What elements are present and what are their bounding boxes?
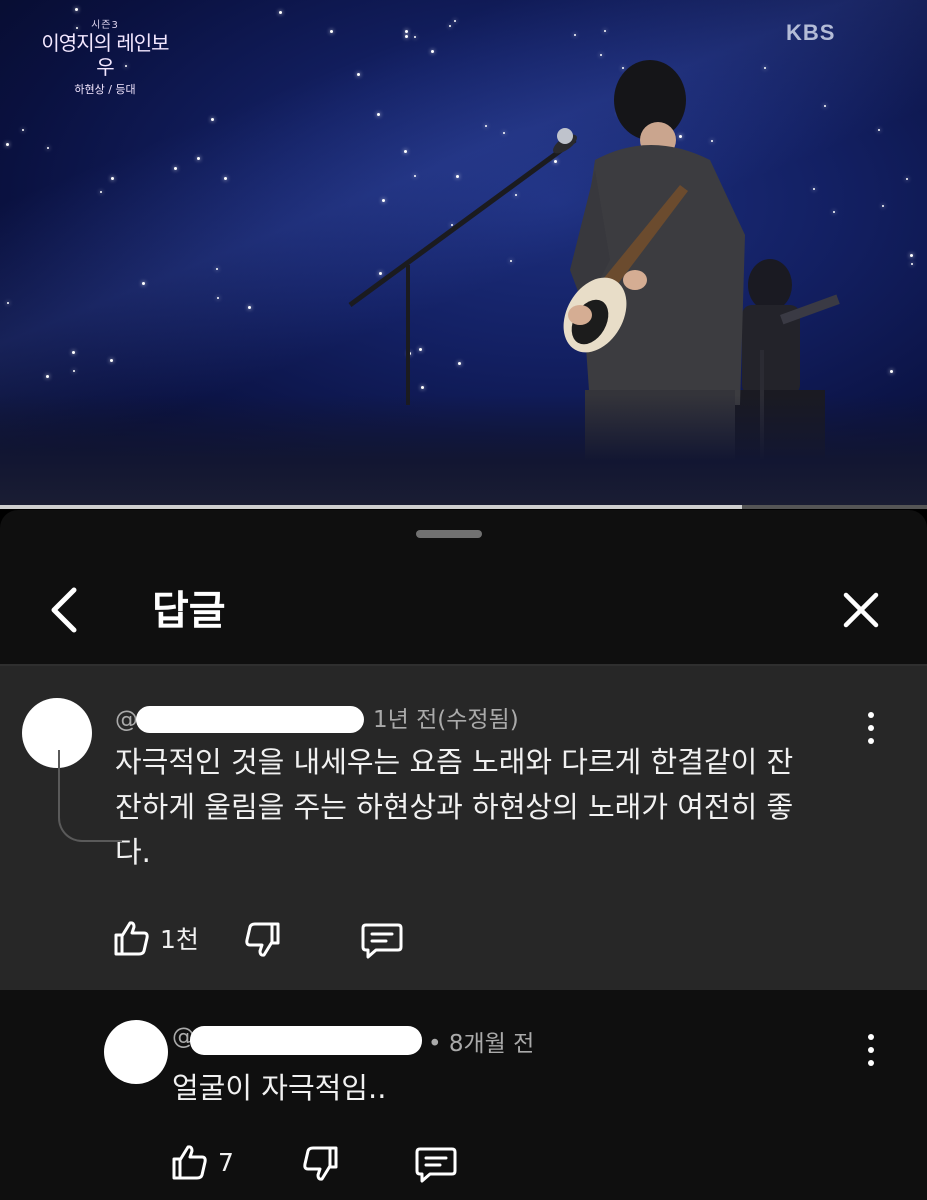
stage-floor (0, 395, 927, 505)
like-button[interactable]: 7 (170, 1142, 234, 1182)
star (46, 375, 49, 378)
close-icon (843, 592, 879, 628)
star (449, 25, 451, 27)
thumbs-up-icon (114, 921, 149, 956)
star (878, 129, 880, 131)
sheet-title: 답글 (152, 588, 226, 634)
comment-icon (361, 923, 403, 959)
star (111, 177, 114, 180)
star (216, 268, 218, 270)
comment-time: • 8개월 전 (428, 1031, 535, 1057)
star (882, 205, 884, 207)
thread-connector-line (58, 750, 122, 842)
show-logo-title: 이영지의 레인보우 (41, 31, 169, 79)
comment-time: 1년 전(수정됨) (373, 707, 519, 733)
more-options-button[interactable] (856, 1032, 886, 1072)
comment-text-line: 다. (115, 835, 151, 869)
thumbs-down-icon (303, 1146, 338, 1181)
thumbs-down-icon (245, 922, 280, 957)
replies-sheet: 답글 @세상어떤바다… 1년 전(수정됨) 자극적인 것을 내세우는 요즘 노래… (0, 510, 927, 1200)
reply-button[interactable] (360, 920, 404, 964)
comment-text-line: 잔하게 울림을 주는 하현상과 하현상의 노래가 여전히 좋 (115, 790, 794, 824)
avatar[interactable] (104, 1020, 168, 1084)
show-logo-subtitle: 하현상 / 등대 (74, 83, 136, 96)
comment-text: 얼굴이 자극적임.. (172, 1066, 386, 1111)
star (197, 157, 200, 160)
comment-text: 자극적인 것을 내세우는 요즘 노래와 다르게 한결같이 잔 잔하게 울림을 주… (115, 740, 793, 875)
like-count: 1천 (160, 925, 199, 954)
star (100, 191, 102, 193)
show-logo: 시즌3 이영지의 레인보우 하현상 / 등대 (40, 16, 170, 97)
star (47, 147, 49, 149)
dislike-button[interactable] (300, 1144, 344, 1188)
star (72, 351, 75, 354)
sheet-drag-handle[interactable] (416, 530, 482, 538)
comment-text-line: 자극적인 것을 내세우는 요즘 노래와 다르게 한결같이 잔 (115, 745, 794, 779)
star (414, 36, 416, 38)
video-player[interactable]: 시즌3 이영지의 레인보우 하현상 / 등대 KBS (0, 0, 927, 505)
star (110, 359, 113, 362)
sheet-header: 답글 (0, 560, 927, 664)
star (906, 178, 908, 180)
video-progress-bar[interactable] (0, 505, 927, 509)
star (174, 167, 177, 170)
star (248, 306, 251, 309)
star (600, 54, 602, 56)
star (911, 263, 913, 265)
show-logo-season: 시즌3 (91, 20, 119, 31)
broadcaster-watermark: KBS (786, 20, 836, 45)
dislike-button[interactable] (242, 920, 286, 964)
thumbs-up-icon (172, 1145, 207, 1180)
star (7, 302, 9, 304)
star (75, 8, 78, 11)
star (279, 11, 282, 14)
redaction-mark (190, 1026, 422, 1055)
star (211, 118, 214, 121)
back-button[interactable] (40, 582, 90, 638)
close-button[interactable] (836, 582, 886, 638)
star (142, 282, 145, 285)
star (405, 35, 408, 38)
star (330, 30, 333, 33)
star (73, 370, 75, 372)
comment-text-line: 얼굴이 자극적임.. (172, 1071, 387, 1105)
star (217, 297, 219, 299)
video-progress-fill (0, 505, 742, 509)
star (431, 50, 434, 53)
chevron-left-icon (51, 587, 77, 633)
star (604, 30, 606, 32)
like-count: 7 (218, 1147, 234, 1177)
parent-comment: @세상어떤바다… 1년 전(수정됨) 자극적인 것을 내세우는 요즘 노래와 다… (0, 666, 927, 990)
like-button[interactable]: 1천 (112, 918, 199, 958)
star (405, 30, 408, 33)
star (890, 370, 893, 373)
more-options-button[interactable] (856, 710, 886, 750)
star (910, 254, 913, 257)
star (574, 34, 576, 36)
star (454, 20, 456, 22)
star (6, 143, 9, 146)
redaction-mark (136, 706, 364, 733)
comment-icon (415, 1147, 457, 1183)
star (224, 177, 227, 180)
reply-button[interactable] (414, 1144, 458, 1188)
star (22, 129, 24, 131)
